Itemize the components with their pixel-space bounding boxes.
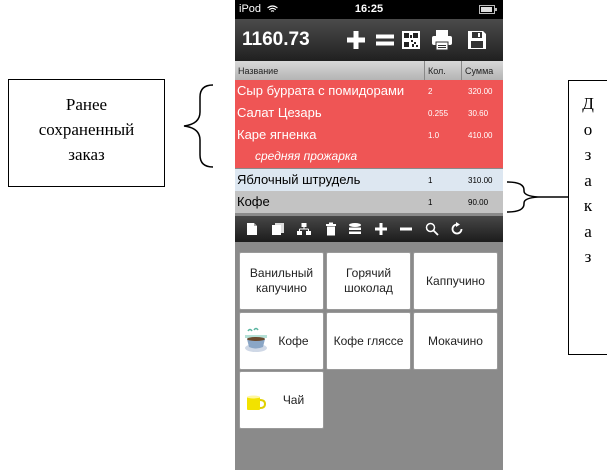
action-bar xyxy=(235,216,503,242)
product-label: Кофе гляссе xyxy=(333,333,404,348)
order-total: 1160.73 xyxy=(242,29,310,50)
qr-code-icon[interactable] xyxy=(398,27,424,53)
trash-icon[interactable] xyxy=(322,220,340,238)
item-name: Сыр буррата с помидорами xyxy=(237,83,405,98)
battery-icon xyxy=(479,5,497,14)
phone-screen: iPod 16:25 1160.73 Название Кол. Сумма С… xyxy=(235,0,503,470)
product-label: Ванильный капучино xyxy=(249,266,314,295)
product-tile[interactable]: Кофе xyxy=(239,312,324,370)
order-row-modifier[interactable]: средняя прожарка xyxy=(235,146,503,168)
column-name: Название xyxy=(238,66,279,76)
search-icon[interactable] xyxy=(423,220,441,238)
column-divider xyxy=(424,61,425,80)
minus-icon[interactable] xyxy=(397,220,415,238)
item-name: Каре ягненка xyxy=(237,127,317,142)
item-sum: 310.00 xyxy=(468,176,493,185)
printer-icon[interactable] xyxy=(429,27,455,53)
copy-icon[interactable] xyxy=(269,220,287,238)
order-table-header: Название Кол. Сумма xyxy=(235,61,503,80)
callout-letter: з xyxy=(584,145,592,164)
product-tile[interactable]: Мокачино xyxy=(413,312,498,370)
plus-icon[interactable] xyxy=(343,27,369,53)
split-icon[interactable] xyxy=(295,220,313,238)
callout-letter: Д xyxy=(582,94,594,113)
top-toolbar: 1160.73 xyxy=(235,19,503,61)
callout-letter: а xyxy=(584,221,592,241)
column-divider xyxy=(461,61,462,80)
product-label: Кофе xyxy=(278,334,309,348)
product-tile[interactable]: Горячий шоколад xyxy=(326,252,411,310)
item-modifier: средняя прожарка xyxy=(255,149,358,163)
product-tile[interactable]: Ванильный капучино xyxy=(239,252,324,310)
item-qty: 0.255 xyxy=(428,109,449,118)
callout-line: сохраненный xyxy=(38,120,135,139)
product-label: Каппучино xyxy=(426,273,485,288)
item-sum: 410.00 xyxy=(468,131,493,140)
save-icon[interactable] xyxy=(464,27,490,53)
item-name: Салат Цезарь xyxy=(237,105,322,120)
product-label: Мокачино xyxy=(428,333,483,348)
refresh-icon[interactable] xyxy=(448,220,466,238)
item-qty: 1.0 xyxy=(428,131,440,140)
item-sum: 320.00 xyxy=(468,87,493,96)
product-tile[interactable]: Кофе гляссе xyxy=(326,312,411,370)
column-qty: Кол. xyxy=(428,66,446,76)
left-brace xyxy=(183,84,214,168)
plus-icon[interactable] xyxy=(372,220,390,238)
column-sum: Сумма xyxy=(465,66,494,76)
product-label: Чай xyxy=(282,393,305,407)
status-bar: iPod 16:25 xyxy=(235,0,503,19)
order-row[interactable]: Яблочный штрудель 1 310.00 xyxy=(235,169,503,191)
status-time: 16:25 xyxy=(354,3,384,15)
product-tile[interactable]: Каппучино xyxy=(413,252,498,310)
callout-letter: з xyxy=(584,247,592,266)
item-qty: 2 xyxy=(428,87,433,96)
equals-icon[interactable] xyxy=(372,27,398,53)
order-row[interactable]: Каре ягненка 1.0 410.00 xyxy=(235,124,503,146)
callout-letter: к xyxy=(583,196,593,215)
item-name: Кофе xyxy=(237,194,270,209)
document-icon[interactable] xyxy=(243,220,261,238)
item-sum: 90.00 xyxy=(468,198,489,207)
item-qty: 1 xyxy=(428,198,433,207)
item-qty: 1 xyxy=(428,176,433,185)
callout-letter: о xyxy=(583,119,593,139)
callout-line: заказ xyxy=(68,145,105,164)
callout-letter: а xyxy=(584,170,592,190)
stack-icon[interactable] xyxy=(346,220,364,238)
callout-line: Ранее xyxy=(65,95,108,114)
item-name: Яблочный штрудель xyxy=(237,172,361,187)
product-label: Горячий шоколад xyxy=(344,266,393,295)
product-tile[interactable]: Чай xyxy=(239,371,324,429)
item-sum: 30.60 xyxy=(468,109,489,118)
right-brace xyxy=(506,181,539,213)
additional-order-callout: Д о з а к а з xyxy=(568,80,607,355)
order-row[interactable]: Кофе 1 90.00 xyxy=(235,191,503,213)
saved-order-callout: Ранее сохраненный заказ xyxy=(8,79,165,187)
order-row[interactable]: Сыр буррата с помидорами 2 320.00 xyxy=(235,80,503,102)
order-row[interactable]: Салат Цезарь 0.255 30.60 xyxy=(235,102,503,124)
